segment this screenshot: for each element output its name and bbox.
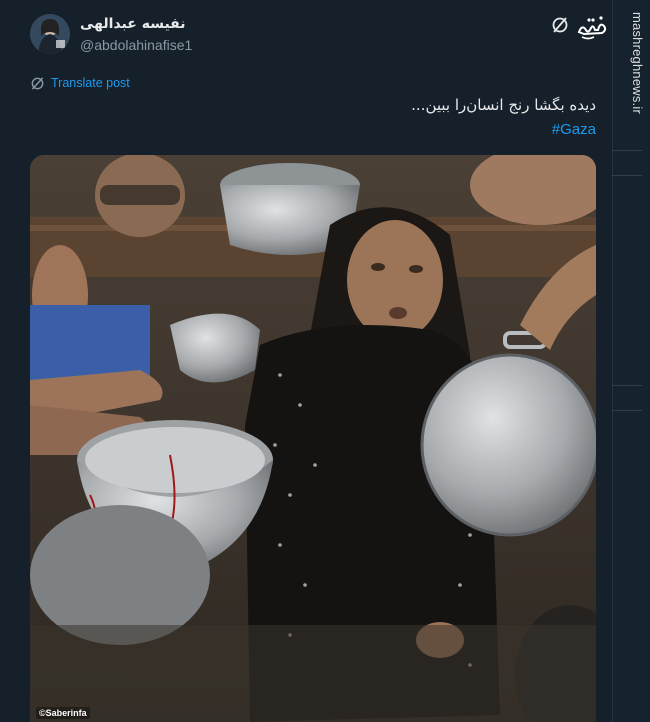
image-watermark: ©Saberinfa [36,707,90,719]
strip-divider [612,385,642,386]
site-logo-icon [576,12,610,42]
user-handle[interactable]: @abdolahinafise1 [80,37,192,53]
tweet-card: نفیسه عبدالهی @abdolahinafise1 Translate… [0,0,612,722]
hashtag-link[interactable]: #Gaza [552,121,596,138]
avatar[interactable] [30,14,70,54]
display-name[interactable]: نفیسه عبدالهی [80,16,186,32]
photo-illustration [30,155,596,722]
post-text: دیده بگشا رنج انسان‌را ببین... [411,96,596,114]
translate-icon [31,76,44,90]
translate-label: Translate post [51,76,130,90]
avatar-image [30,14,70,54]
strip-divider [612,175,642,176]
site-url-watermark: mashreghnews.ir [630,12,645,114]
post-image[interactable]: ©Saberinfa [30,155,596,722]
strip-divider [612,410,642,411]
strip-divider [612,150,642,151]
translate-post-link[interactable]: Translate post [30,74,130,92]
grok-icon[interactable] [550,15,570,35]
